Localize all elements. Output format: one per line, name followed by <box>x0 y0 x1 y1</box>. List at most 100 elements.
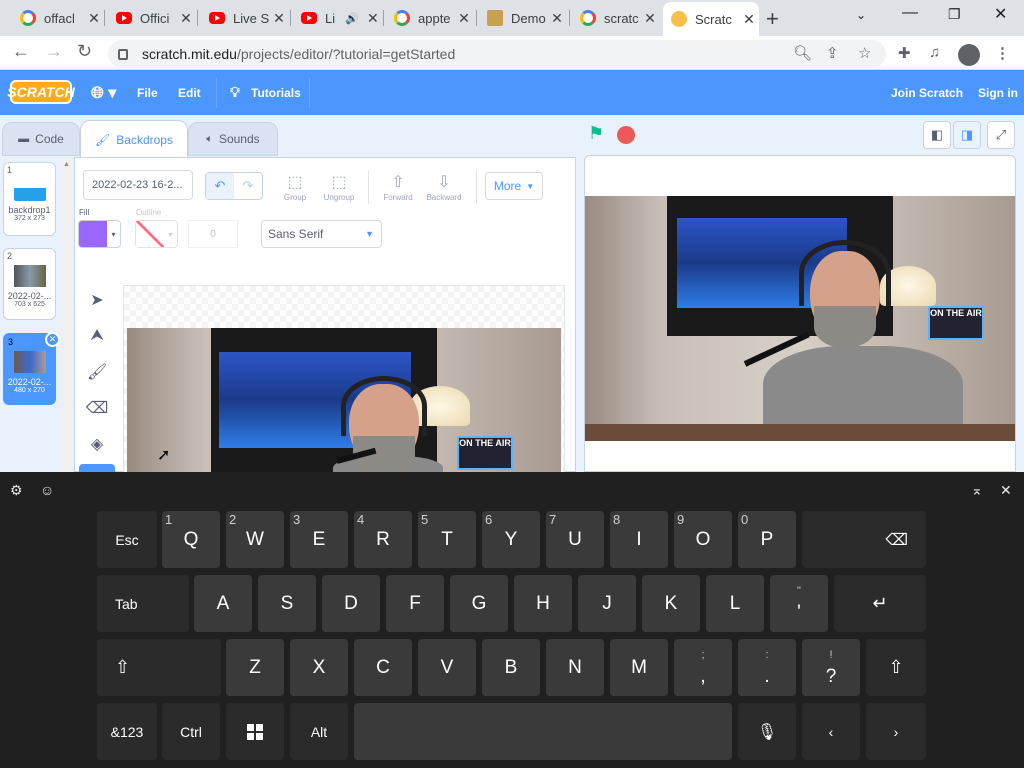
address-bar[interactable]: scratch.mit.edu /projects/editor/?tutori… <box>108 40 886 68</box>
browser-tab[interactable]: offacl ✕ <box>12 4 104 32</box>
restore-button[interactable]: ❐ <box>948 6 961 23</box>
key-shift-right[interactable]: ⇧ <box>866 639 926 696</box>
join-scratch-link[interactable]: Join Scratch <box>891 86 963 100</box>
key-k[interactable]: K <box>642 575 700 632</box>
sign-in-link[interactable]: Sign in <box>978 86 1018 100</box>
key-quote[interactable]: " ' <box>770 575 828 632</box>
key-p[interactable]: 0P <box>738 511 796 568</box>
key-v[interactable]: V <box>418 639 476 696</box>
outline-color-picker[interactable]: ▾ <box>135 220 178 248</box>
stop-icon[interactable] <box>617 126 635 144</box>
reload-icon[interactable]: ↻ <box>77 41 92 62</box>
chrome-menu-icon[interactable]: ⋮ <box>995 44 1010 62</box>
close-window-button[interactable]: ✕ <box>994 4 1007 24</box>
browser-tab[interactable]: Offici ✕ <box>108 4 196 32</box>
key-tab[interactable]: Tab <box>97 575 189 632</box>
scratch-logo[interactable]: SCRATCH <box>7 80 75 104</box>
normal-stage-button[interactable]: ◨ <box>953 121 981 149</box>
close-icon[interactable]: ✕ <box>1000 482 1012 499</box>
browser-tab[interactable]: scratc ✕ <box>572 4 660 32</box>
key-period[interactable]: :. <box>738 639 796 696</box>
key-f[interactable]: F <box>386 575 444 632</box>
key-m[interactable]: M <box>610 639 668 696</box>
tab-search-icon[interactable]: ⌄ <box>856 8 866 22</box>
tutorials-menu[interactable]: Tutorials <box>251 86 301 100</box>
minimize-button[interactable]: — <box>902 4 918 22</box>
backdrop-thumbnail[interactable]: 2 2022-02-... 703 x 625 <box>3 248 56 320</box>
more-button[interactable]: More ▼ <box>485 172 543 200</box>
key-dictation[interactable]: 🎙︎ <box>738 703 796 760</box>
close-icon[interactable]: ✕ <box>454 10 474 27</box>
outline-width-input[interactable]: 0 <box>188 220 238 248</box>
key-r[interactable]: 4R <box>354 511 412 568</box>
small-stage-button[interactable]: ◧ <box>923 121 951 149</box>
scroll-up-icon[interactable]: ▲ <box>61 161 72 168</box>
key-space[interactable] <box>354 703 732 760</box>
fill-tool-icon[interactable]: ◈ <box>85 432 109 456</box>
key-h[interactable]: H <box>514 575 572 632</box>
key-j[interactable]: J <box>578 575 636 632</box>
browser-tab-active[interactable]: Scratc ✕ <box>663 2 759 36</box>
key-o[interactable]: 9O <box>674 511 732 568</box>
select-tool-icon[interactable]: ➤ <box>85 288 109 312</box>
key-c[interactable]: C <box>354 639 412 696</box>
key-t[interactable]: 5T <box>418 511 476 568</box>
key-alt[interactable]: Alt <box>290 703 348 760</box>
key-x[interactable]: X <box>290 639 348 696</box>
edit-menu[interactable]: Edit <box>178 86 201 100</box>
close-icon[interactable]: ✕ <box>739 11 759 28</box>
speaker-icon[interactable]: 🔊 <box>345 12 359 25</box>
new-tab-button[interactable]: + <box>766 6 779 32</box>
close-icon[interactable]: ✕ <box>640 10 660 27</box>
key-e[interactable]: 3E <box>290 511 348 568</box>
undo-icon[interactable]: ↶ <box>206 173 234 199</box>
key-enter[interactable]: ↵ <box>834 575 926 632</box>
key-q[interactable]: 1Q <box>162 511 220 568</box>
fullscreen-button[interactable]: ⤢ <box>987 121 1015 149</box>
close-icon[interactable]: ✕ <box>547 10 567 27</box>
forward-button[interactable]: ⇧ Forward <box>376 172 420 202</box>
scrollbar[interactable]: ▲ <box>61 159 72 472</box>
key-i[interactable]: 8I <box>610 511 668 568</box>
stage[interactable]: ON THE AIR <box>584 155 1016 472</box>
fill-color-picker[interactable]: ▾ <box>78 220 121 248</box>
browser-tab[interactable]: Demo ✕ <box>479 4 567 32</box>
key-comma[interactable]: ;, <box>674 639 732 696</box>
key-symbols[interactable]: &123 <box>97 703 157 760</box>
key-a[interactable]: A <box>194 575 252 632</box>
key-y[interactable]: 6Y <box>482 511 540 568</box>
key-question[interactable]: !? <box>802 639 860 696</box>
close-icon[interactable]: ✕ <box>176 10 196 27</box>
close-icon[interactable]: ✕ <box>84 10 104 27</box>
emoji-icon[interactable]: ☺ <box>40 482 54 498</box>
share-icon[interactable]: ⇪ <box>826 44 839 62</box>
settings-icon[interactable]: ⚙ <box>10 482 23 499</box>
delete-backdrop-button[interactable]: ✕ <box>45 332 60 347</box>
reshape-tool-icon[interactable]: ⮝ <box>85 324 109 348</box>
key-b[interactable]: B <box>482 639 540 696</box>
paint-canvas[interactable]: ON THE AIR <box>123 285 565 475</box>
tab-sounds[interactable]: 🔈︎ Sounds <box>188 122 278 156</box>
backward-button[interactable]: ⇩ Backward <box>422 172 466 202</box>
font-select[interactable]: Sans Serif ▼ <box>261 220 382 248</box>
brush-tool-icon[interactable]: 🖌︎ <box>85 360 109 384</box>
close-icon[interactable]: ✕ <box>269 10 289 27</box>
bookmark-star-icon[interactable]: ☆ <box>858 44 871 62</box>
key-right[interactable]: › <box>866 703 926 760</box>
extensions-icon[interactable]: ✚ <box>898 44 911 62</box>
forward-icon[interactable]: → <box>45 41 63 62</box>
ungroup-button[interactable]: ⬚ Ungroup <box>317 172 361 202</box>
key-windows[interactable] <box>226 703 284 760</box>
tab-backdrops[interactable]: 🖌︎ Backdrops <box>80 120 188 158</box>
redo-icon[interactable]: ↷ <box>234 173 262 199</box>
key-l[interactable]: L <box>706 575 764 632</box>
key-z[interactable]: Z <box>226 639 284 696</box>
browser-tab[interactable]: Li 🔊 ✕ <box>293 4 381 32</box>
group-button[interactable]: ⬚ Group <box>273 172 317 202</box>
key-g[interactable]: G <box>450 575 508 632</box>
key-shift-left[interactable]: ⇧ <box>97 639 221 696</box>
key-n[interactable]: N <box>546 639 604 696</box>
key-w[interactable]: 2W <box>226 511 284 568</box>
close-icon[interactable]: ✕ <box>365 10 381 27</box>
key-s[interactable]: S <box>258 575 316 632</box>
